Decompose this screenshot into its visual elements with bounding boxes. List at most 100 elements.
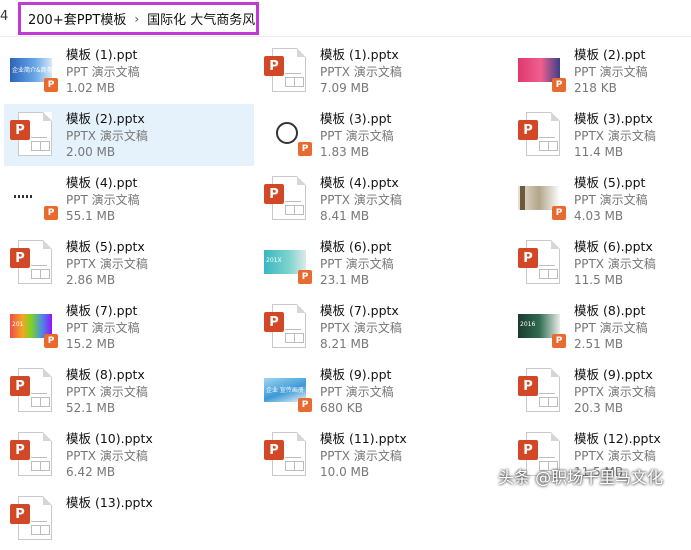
file-item[interactable]: P 模板 (11).pptx PPTX 演示文稿 10.0 MB	[258, 424, 508, 486]
powerpoint-badge-icon: P	[264, 184, 284, 204]
breadcrumb-item-root[interactable]: 200+套PPT模板	[28, 9, 126, 28]
file-type: PPTX 演示文稿	[66, 449, 148, 463]
file-item[interactable]: P 模板 (13).pptx	[4, 488, 254, 550]
file-type: PPTX 演示文稿	[574, 449, 656, 463]
powerpoint-badge-icon: P	[264, 312, 284, 332]
file-type: PPT 演示文稿	[320, 257, 394, 271]
file-type: PPT 演示文稿	[574, 321, 648, 335]
powerpoint-badge-icon: P	[518, 120, 538, 140]
powerpoint-overlay-icon: P	[44, 334, 58, 348]
file-size: 23.1 MB	[320, 273, 370, 287]
thumbnail-text: 企业 宣传画册	[266, 387, 304, 394]
thumbnail-text: 201X	[266, 257, 282, 264]
pptx-file-icon: P	[264, 174, 312, 224]
file-name: 模板 (5).pptx	[66, 239, 145, 254]
file-item[interactable]: P 模板 (6).pptx PPTX 演示文稿 11.5 MB	[512, 232, 691, 294]
file-name: 模板 (1).pptx	[320, 47, 399, 62]
file-item[interactable]: P 模板 (8).pptx PPTX 演示文稿 52.1 MB	[4, 360, 254, 422]
pptx-file-icon: P	[10, 366, 58, 416]
file-size: 15.2 MB	[66, 337, 116, 351]
file-type: PPTX 演示文稿	[66, 129, 148, 143]
file-type: PPT 演示文稿	[66, 193, 140, 207]
pptx-file-icon: P	[518, 110, 566, 160]
file-type: PPT 演示文稿	[574, 65, 648, 79]
chevron-right-icon[interactable]: ›	[134, 12, 139, 26]
file-type: PPTX 演示文稿	[574, 257, 656, 271]
powerpoint-badge-icon: P	[518, 248, 538, 268]
file-name: 模板 (6).ppt	[320, 239, 392, 254]
file-item[interactable]: P 模板 (1).pptx PPTX 演示文稿 7.09 MB	[258, 40, 508, 102]
file-size: 1.83 MB	[320, 145, 370, 159]
slide-thumbnail: 201 P	[10, 302, 58, 352]
pptx-file-icon: P	[518, 238, 566, 288]
file-size: 1.02 MB	[66, 81, 116, 95]
file-item[interactable]: 企业 宣传画册 P 模板 (9).ppt PPT 演示文稿 680 KB	[258, 360, 508, 422]
breadcrumb-item-current[interactable]: 国际化 大气商务风	[147, 9, 255, 28]
file-name: 模板 (8).pptx	[66, 367, 145, 382]
file-type: PPT 演示文稿	[66, 321, 140, 335]
slide-thumbnail: 企业简介&商务 P	[10, 46, 58, 96]
file-type: PPTX 演示文稿	[320, 65, 402, 79]
file-item[interactable]: P 模板 (3).ppt PPT 演示文稿 1.83 MB	[258, 104, 508, 166]
breadcrumb-overflow[interactable]: 4	[0, 9, 8, 24]
file-type: PPT 演示文稿	[320, 129, 394, 143]
slide-thumbnail: P	[10, 174, 58, 224]
file-name: 模板 (7).ppt	[66, 303, 138, 318]
powerpoint-badge-icon: P	[10, 248, 30, 268]
file-item[interactable]: 201X P 模板 (6).ppt PPT 演示文稿 23.1 MB	[258, 232, 508, 294]
powerpoint-badge-icon: P	[10, 120, 30, 140]
file-type: PPTX 演示文稿	[320, 321, 402, 335]
file-item[interactable]: P 模板 (4).ppt PPT 演示文稿 55.1 MB	[4, 168, 254, 230]
file-size: 6.42 MB	[66, 465, 116, 479]
file-name: 模板 (8).ppt	[574, 303, 646, 318]
pptx-file-icon: P	[10, 110, 58, 160]
file-item[interactable]: P 模板 (5).pptx PPTX 演示文稿 2.86 MB	[4, 232, 254, 294]
file-item[interactable]: 企业简介&商务 P 模板 (1).ppt PPT 演示文稿 1.02 MB	[4, 40, 254, 102]
powerpoint-overlay-icon: P	[44, 78, 58, 92]
thumbnail-text: 201	[12, 321, 24, 328]
file-size: 20.3 MB	[574, 401, 624, 415]
file-size: 680 KB	[320, 401, 363, 415]
file-type: PPTX 演示文稿	[320, 193, 402, 207]
pptx-file-icon: P	[264, 302, 312, 352]
powerpoint-overlay-icon: P	[552, 206, 566, 220]
file-size: 8.41 MB	[320, 209, 370, 223]
file-type: PPTX 演示文稿	[574, 385, 656, 399]
file-size: 2.86 MB	[66, 273, 116, 287]
file-item[interactable]: P 模板 (7).pptx PPTX 演示文稿 8.21 MB	[258, 296, 508, 358]
file-item[interactable]: 2016 P 模板 (8).ppt PPT 演示文稿 2.51 MB	[512, 296, 691, 358]
file-item[interactable]: P 模板 (4).pptx PPTX 演示文稿 8.41 MB	[258, 168, 508, 230]
pptx-file-icon: P	[518, 366, 566, 416]
file-name: 模板 (9).pptx	[574, 367, 653, 382]
powerpoint-overlay-icon: P	[298, 270, 312, 284]
powerpoint-overlay-icon: P	[552, 334, 566, 348]
file-size: 4.03 MB	[574, 209, 624, 223]
watermark-text: 头条 @职场千里马文化	[498, 468, 664, 487]
powerpoint-badge-icon: P	[518, 376, 538, 396]
file-item[interactable]: P 模板 (3).pptx PPTX 演示文稿 11.4 MB	[512, 104, 691, 166]
file-item[interactable]: P 模板 (10).pptx PPTX 演示文稿 6.42 MB	[4, 424, 254, 486]
file-type: PPTX 演示文稿	[574, 129, 656, 143]
file-item[interactable]: P 模板 (2).ppt PPT 演示文稿 218 KB	[512, 40, 691, 102]
file-name: 模板 (2).pptx	[66, 111, 145, 126]
powerpoint-badge-icon: P	[518, 440, 538, 460]
file-type: PPTX 演示文稿	[66, 257, 148, 271]
file-item[interactable]: P 模板 (2).pptx PPTX 演示文稿 2.00 MB	[4, 104, 254, 166]
powerpoint-overlay-icon: P	[44, 206, 58, 220]
pptx-file-icon: P	[264, 430, 312, 480]
file-name: 模板 (10).pptx	[66, 431, 153, 446]
powerpoint-badge-icon: P	[264, 56, 284, 76]
file-size: 55.1 MB	[66, 209, 116, 223]
file-name: 模板 (3).ppt	[320, 111, 392, 126]
powerpoint-overlay-icon: P	[298, 142, 312, 156]
powerpoint-badge-icon: P	[10, 440, 30, 460]
file-item[interactable]: P 模板 (5).ppt PPT 演示文稿 4.03 MB	[512, 168, 691, 230]
file-name: 模板 (3).pptx	[574, 111, 653, 126]
slide-thumbnail: P	[518, 46, 566, 96]
file-item[interactable]: P 模板 (9).pptx PPTX 演示文稿 20.3 MB	[512, 360, 691, 422]
file-size: 11.4 MB	[574, 145, 624, 159]
file-size: 8.21 MB	[320, 337, 370, 351]
file-item[interactable]: 201 P 模板 (7).ppt PPT 演示文稿 15.2 MB	[4, 296, 254, 358]
slide-thumbnail: P	[264, 110, 312, 160]
file-name: 模板 (5).ppt	[574, 175, 646, 190]
